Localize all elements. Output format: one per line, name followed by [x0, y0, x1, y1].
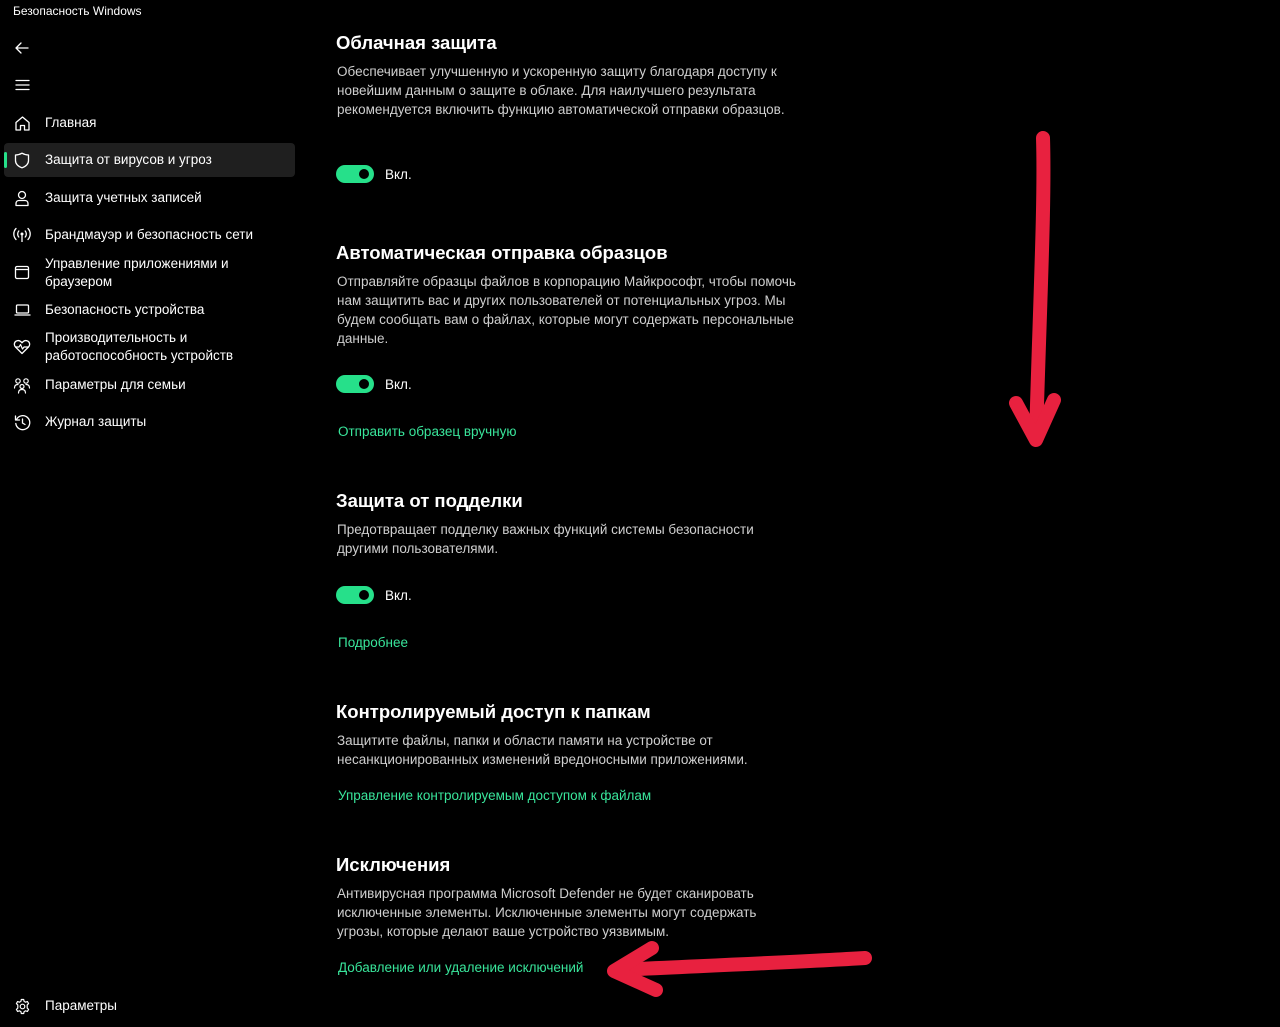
section-title: Автоматическая отправка образцов: [336, 242, 668, 263]
history-icon: [13, 413, 31, 431]
active-indicator: [4, 152, 7, 168]
controlled-folder-access-section: Контролируемый доступ к папкам Защитите …: [336, 700, 796, 769]
home-icon: [13, 114, 31, 132]
down-arrow-annotation: [1009, 131, 1061, 447]
section-title: Защита от подделки: [336, 490, 523, 511]
manage-controlled-folder-access-link[interactable]: Управление контролируемым доступом к фай…: [338, 788, 651, 803]
sidebar-item-label: Параметры: [45, 998, 117, 1013]
tamper-protection-toggle-row: Вкл.: [336, 586, 412, 604]
cloud-protection-toggle[interactable]: [336, 165, 374, 183]
toggle-state-label: Вкл.: [385, 166, 412, 182]
sidebar-item-device-security[interactable]: Безопасность устройства: [4, 299, 295, 321]
toggle-knob: [359, 379, 369, 389]
app-window-icon: [13, 263, 31, 281]
sidebar-item-label: Безопасность устройства: [45, 302, 205, 317]
sidebar-item-label: Защита от вирусов и угроз: [45, 152, 212, 167]
cloud-protection-toggle-row: Вкл.: [336, 165, 412, 183]
sidebar-item-label: Управление приложениями и браузером: [45, 256, 229, 289]
hamburger-menu-icon: [14, 79, 30, 91]
sidebar-item-family-options[interactable]: Параметры для семьи: [4, 374, 295, 396]
sidebar-item-firewall[interactable]: Брандмауэр и безопасность сети: [4, 224, 295, 246]
exclusions-section: Исключения Антивирусная программа Micros…: [336, 853, 796, 941]
sidebar-item-label: Производительность и работоспособность у…: [45, 330, 234, 363]
gear-icon: [13, 997, 31, 1015]
toggle-knob: [359, 590, 369, 600]
sidebar-item-label: Параметры для семьи: [45, 377, 186, 392]
tamper-protection-section: Защита от подделки Предотвращает подделк…: [336, 489, 796, 558]
tamper-protection-toggle[interactable]: [336, 586, 374, 604]
toggle-state-label: Вкл.: [385, 376, 412, 392]
toggle-state-label: Вкл.: [385, 587, 412, 603]
sidebar-item-device-performance[interactable]: Производительность и работоспособность у…: [4, 328, 295, 366]
section-title: Облачная защита: [336, 32, 497, 53]
sidebar-item-protection-history[interactable]: Журнал защиты: [4, 411, 295, 433]
add-remove-exclusions-link[interactable]: Добавление или удаление исключений: [338, 960, 583, 975]
sidebar-item-app-browser-control[interactable]: Управление приложениями и браузером: [4, 254, 295, 292]
section-description: Отправляйте образцы файлов в корпорацию …: [337, 274, 796, 346]
person-icon: [13, 189, 31, 207]
section-description: Обеспечивает улучшенную и ускоренную защ…: [337, 64, 785, 117]
sample-submission-toggle-row: Вкл.: [336, 375, 412, 393]
section-title: Исключения: [336, 854, 451, 875]
heart-pulse-icon: [13, 338, 31, 356]
section-title: Контролируемый доступ к папкам: [336, 701, 651, 722]
sidebar-item-settings[interactable]: Параметры: [4, 995, 295, 1017]
menu-button[interactable]: [8, 71, 36, 99]
family-icon: [13, 376, 31, 394]
learn-more-link[interactable]: Подробнее: [338, 635, 408, 650]
back-button[interactable]: [8, 34, 36, 62]
sidebar-item-virus-protection[interactable]: Защита от вирусов и угроз: [4, 143, 295, 177]
window-title: Безопасность Windows: [13, 4, 142, 18]
sidebar-item-label: Журнал защиты: [45, 414, 147, 429]
toggle-knob: [359, 169, 369, 179]
back-arrow-icon: [15, 42, 29, 54]
cloud-protection-section: Облачная защита Обеспечивает улучшенную …: [336, 31, 796, 119]
sidebar-item-home[interactable]: Главная: [4, 112, 295, 134]
laptop-icon: [13, 301, 31, 319]
left-arrow-annotation: [607, 941, 872, 997]
sidebar-item-label: Главная: [45, 115, 97, 130]
sidebar-item-account-protection[interactable]: Защита учетных записей: [4, 187, 295, 209]
section-description: Предотвращает подделку важных функций си…: [337, 522, 754, 556]
section-description: Защитите файлы, папки и области памяти н…: [337, 733, 748, 767]
sidebar-item-label: Брандмауэр и безопасность сети: [45, 227, 254, 242]
section-description: Антивирусная программа Microsoft Defende…: [337, 886, 757, 939]
shield-icon: [13, 151, 31, 169]
sidebar-item-label: Защита учетных записей: [45, 190, 202, 205]
sample-submission-toggle[interactable]: [336, 375, 374, 393]
sample-submission-section: Автоматическая отправка образцов Отправл…: [336, 241, 796, 348]
wifi-antenna-icon: [13, 226, 31, 244]
app-window: Безопасность Windows Главная Защита от в…: [0, 0, 1280, 1027]
submit-sample-manually-link[interactable]: Отправить образец вручную: [338, 424, 516, 439]
